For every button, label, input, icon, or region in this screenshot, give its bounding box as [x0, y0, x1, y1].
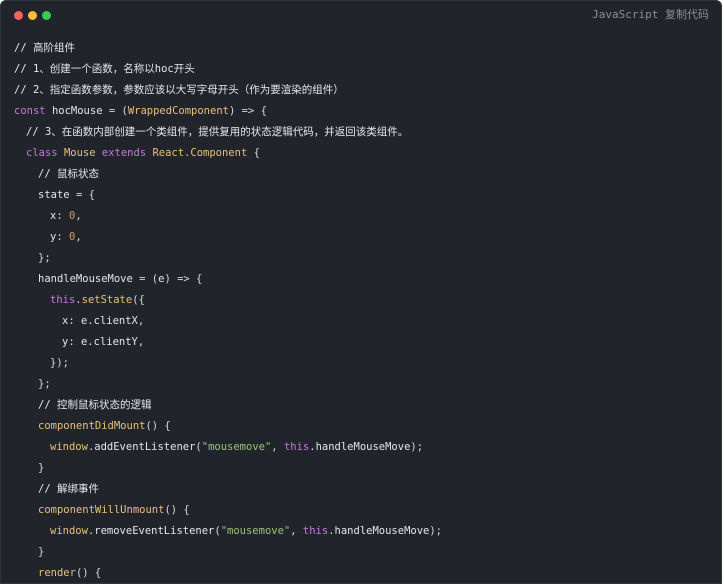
code-token: ) => { [228, 105, 267, 117]
code-token: = ( [108, 105, 128, 117]
code-content[interactable]: // 高阶组件 // 1、创建一个函数，名称以hoc开头 // 2、指定函数参数，参… [14, 38, 721, 583]
code-line: // 控制鼠标状态的逻辑 [14, 395, 721, 416]
code-line: render() { [14, 563, 721, 583]
code-line: window.addEventListener("mousemove", thi… [14, 437, 721, 458]
code-token: class [26, 147, 64, 159]
code-token: const [14, 105, 52, 117]
code-line: // 1、创建一个函数，名称以hoc开头 [14, 59, 721, 80]
code-line: } [14, 542, 721, 563]
code-token: "mousemove" [201, 441, 272, 453]
code-token: ) => { [164, 273, 203, 285]
code-line: componentWillUnmount() { [14, 500, 721, 521]
code-token: , [137, 315, 145, 327]
code-token: } [38, 546, 45, 558]
close-dot-icon [14, 11, 23, 20]
code-line: x: 0, [14, 206, 721, 227]
code-token: handleMouseMove [334, 525, 430, 537]
code-token: , [290, 525, 303, 537]
code-token: addEventListener [94, 441, 196, 453]
code-token: this [302, 525, 329, 537]
code-line: const hocMouse = (WrappedComponent) => { [14, 101, 721, 122]
code-line: this.setState({ [14, 290, 721, 311]
code-token: this [283, 441, 310, 453]
code-token: // 高阶组件 [14, 42, 75, 54]
minimize-dot-icon [28, 11, 37, 20]
code-token: // 鼠标状态 [38, 168, 99, 180]
code-token: window [50, 525, 88, 537]
code-line: }; [14, 248, 721, 269]
code-token: // 控制鼠标状态的逻辑 [38, 399, 152, 411]
code-block-titlebar: JavaScript 复制代码 [1, 1, 721, 31]
code-token: ({ [132, 294, 145, 306]
code-token: "mousemove" [220, 525, 291, 537]
maximize-dot-icon [42, 11, 51, 20]
code-token: () { [75, 567, 102, 579]
code-token: : [68, 336, 81, 348]
code-line: // 鼠标状态 [14, 164, 721, 185]
code-line: // 高阶组件 [14, 38, 721, 59]
code-token: // 2、指定函数参数，参数应该以大写字母开头（作为要渲染的组件） [14, 84, 344, 96]
code-token: handleMouseMove [315, 441, 411, 453]
code-token: () { [145, 420, 171, 432]
code-token: componentWillUnmount [38, 504, 165, 516]
code-line: window.removeEventListener("mousemove", … [14, 521, 721, 542]
code-token: { [253, 147, 260, 159]
code-token: }; [38, 252, 51, 264]
code-token: render [38, 567, 76, 579]
code-token: componentDidMount [38, 420, 146, 432]
code-token: // 解绑事件 [38, 483, 99, 495]
code-token: = { [75, 189, 95, 201]
code-line: y: e.clientY, [14, 332, 721, 353]
code-line: }; [14, 374, 721, 395]
code-line: // 2、指定函数参数，参数应该以大写字母开头（作为要渲染的组件） [14, 80, 721, 101]
code-token: WrappedComponent [127, 105, 229, 117]
code-line: componentDidMount() { [14, 416, 721, 437]
code-token: removeEventListener [94, 525, 215, 537]
code-token: hocMouse [51, 105, 109, 117]
code-token: = ( [139, 273, 159, 285]
code-token: React.Component [152, 147, 254, 159]
code-token: () { [164, 504, 190, 516]
code-token: , [75, 231, 82, 243]
code-line: } [14, 458, 721, 479]
code-line: // 3、在函数内部创建一个类组件，提供复用的状态逻辑代码，并返回该类组件。 [14, 122, 721, 143]
code-token: }); [50, 357, 69, 369]
code-token: : [56, 210, 69, 222]
code-token: , [137, 336, 145, 348]
code-token: : [68, 315, 81, 327]
code-token: e.clientY [80, 336, 138, 348]
code-token: } [38, 462, 45, 474]
code-token: : [56, 231, 69, 243]
code-block-window: JavaScript 复制代码 // 高阶组件 // 1、创建一个函数，名称以ho… [0, 0, 722, 584]
code-token: this [50, 294, 76, 306]
code-line: x: e.clientX, [14, 311, 721, 332]
code-token: window [50, 441, 88, 453]
code-line: class Mouse extends React.Component { [14, 143, 721, 164]
code-token: Mouse [63, 147, 102, 159]
code-token: ); [410, 441, 424, 453]
code-token: ); [429, 525, 443, 537]
code-token: // 3、在函数内部创建一个类组件，提供复用的状态逻辑代码，并返回该类组件。 [26, 126, 409, 138]
code-line: // 解绑事件 [14, 479, 721, 500]
copy-code-button[interactable]: JavaScript 复制代码 [592, 6, 709, 22]
code-line: y: 0, [14, 227, 721, 248]
code-token: , [75, 210, 82, 222]
code-token: // 1、创建一个函数，名称以hoc开头 [14, 63, 195, 75]
code-line: }); [14, 353, 721, 374]
code-token: , [271, 441, 284, 453]
code-token: extends [101, 147, 153, 159]
code-token: handleMouseMove [38, 273, 140, 285]
code-token: state [38, 189, 76, 201]
code-token: }; [38, 378, 51, 390]
code-line: state = { [14, 185, 721, 206]
code-token: e.clientX [80, 315, 138, 327]
code-line: handleMouseMove = (e) => { [14, 269, 721, 290]
code-token: setState [81, 294, 133, 306]
